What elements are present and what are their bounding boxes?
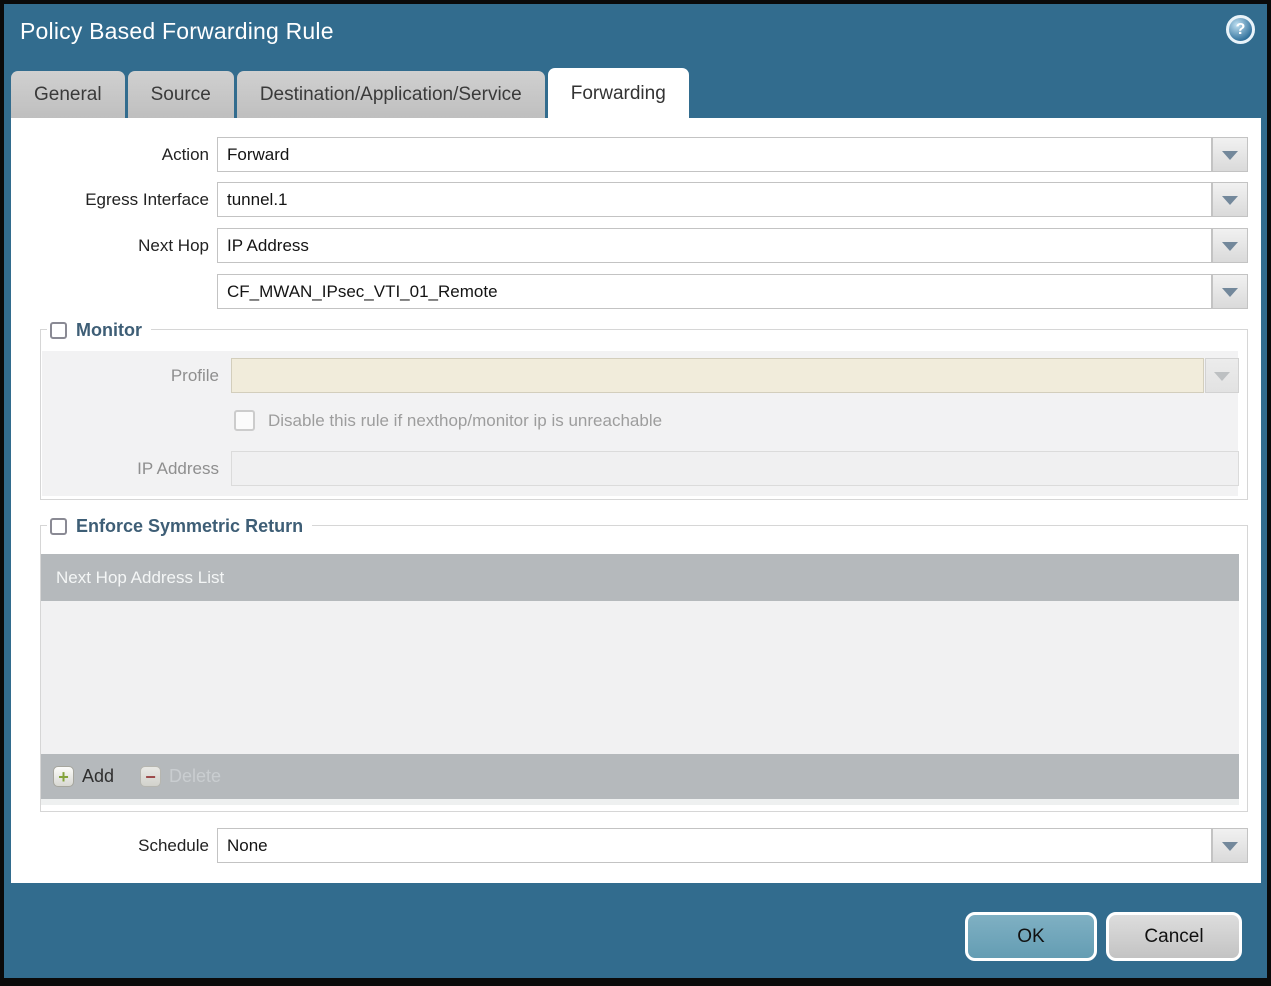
disable-rule-checkbox bbox=[234, 410, 255, 431]
chevron-down-icon bbox=[1222, 196, 1238, 205]
schedule-dropdown-button[interactable] bbox=[1212, 828, 1248, 863]
delete-button: − Delete bbox=[140, 766, 221, 787]
tab-bar: General Source Destination/Application/S… bbox=[11, 68, 689, 118]
schedule-select[interactable]: None bbox=[217, 828, 1212, 863]
next-hop-address-dropdown-button[interactable] bbox=[1212, 274, 1248, 309]
action-label: Action bbox=[161, 145, 209, 164]
policy-based-forwarding-dialog: Policy Based Forwarding Rule ? General S… bbox=[0, 0, 1271, 986]
chevron-down-icon bbox=[1214, 372, 1230, 381]
action-select[interactable]: Forward bbox=[217, 137, 1212, 172]
monitor-label: Monitor bbox=[76, 319, 142, 340]
enforce-symmetric-return-checkbox[interactable] bbox=[50, 517, 67, 535]
next-hop-address-list-body[interactable] bbox=[41, 601, 1239, 754]
add-button-label: Add bbox=[82, 766, 115, 786]
profile-dropdown-button bbox=[1205, 358, 1239, 393]
profile-label: Profile bbox=[170, 366, 219, 385]
monitor-checkbox[interactable] bbox=[50, 321, 67, 339]
page-title: Policy Based Forwarding Rule bbox=[20, 18, 334, 44]
chevron-down-icon bbox=[1222, 842, 1238, 851]
monitor-ip-address-field bbox=[231, 451, 1239, 486]
tab-destination-application-service[interactable]: Destination/Application/Service bbox=[236, 71, 545, 118]
minus-icon: − bbox=[140, 766, 162, 787]
tab-forwarding[interactable]: Forwarding bbox=[547, 68, 689, 118]
next-hop-address-select[interactable]: CF_MWAN_IPsec_VTI_01_Remote bbox=[217, 274, 1212, 309]
enforce-symmetric-return-legend: Enforce Symmetric Return bbox=[47, 513, 313, 539]
next-hop-dropdown-button[interactable] bbox=[1212, 228, 1248, 263]
egress-interface-dropdown-button[interactable] bbox=[1212, 182, 1248, 217]
delete-button-label: Delete bbox=[169, 766, 222, 786]
enforce-symmetric-return-group: Enforce Symmetric Return Next Hop Addres… bbox=[40, 513, 1248, 812]
enforce-symmetric-return-label: Enforce Symmetric Return bbox=[76, 515, 304, 536]
dialog-window: Policy Based Forwarding Rule ? General S… bbox=[4, 4, 1267, 978]
disable-rule-label: Disable this rule if nexthop/monitor ip … bbox=[268, 411, 663, 430]
chevron-down-icon bbox=[1222, 151, 1238, 160]
profile-select bbox=[231, 358, 1204, 393]
schedule-label: Schedule bbox=[138, 836, 209, 855]
plus-icon: + bbox=[53, 766, 74, 787]
chevron-down-icon bbox=[1222, 242, 1238, 251]
egress-interface-label: Egress Interface bbox=[85, 190, 209, 209]
next-hop-address-list-toolbar: + Add − Delete bbox=[41, 754, 1239, 799]
table-scroll-strip bbox=[41, 799, 1239, 805]
action-dropdown-button[interactable] bbox=[1212, 137, 1248, 172]
tab-general[interactable]: General bbox=[11, 71, 125, 118]
cancel-button[interactable]: Cancel bbox=[1106, 912, 1242, 961]
add-button[interactable]: + Add bbox=[53, 766, 114, 787]
next-hop-type-select[interactable]: IP Address bbox=[217, 228, 1212, 263]
tab-source[interactable]: Source bbox=[127, 71, 234, 118]
monitor-legend: Monitor bbox=[47, 317, 151, 343]
chevron-down-icon bbox=[1222, 288, 1238, 297]
ok-button[interactable]: OK bbox=[965, 912, 1097, 961]
monitor-ip-address-label: IP Address bbox=[137, 459, 219, 478]
next-hop-address-list-header: Next Hop Address List bbox=[41, 554, 1239, 601]
forwarding-tab-panel: Action Forward Egress Interface tunnel.1… bbox=[11, 118, 1261, 883]
help-icon[interactable]: ? bbox=[1226, 15, 1255, 44]
next-hop-label: Next Hop bbox=[138, 236, 209, 255]
monitor-group: Monitor Profile Disable this rule if nex… bbox=[40, 317, 1248, 500]
egress-interface-select[interactable]: tunnel.1 bbox=[217, 182, 1212, 217]
